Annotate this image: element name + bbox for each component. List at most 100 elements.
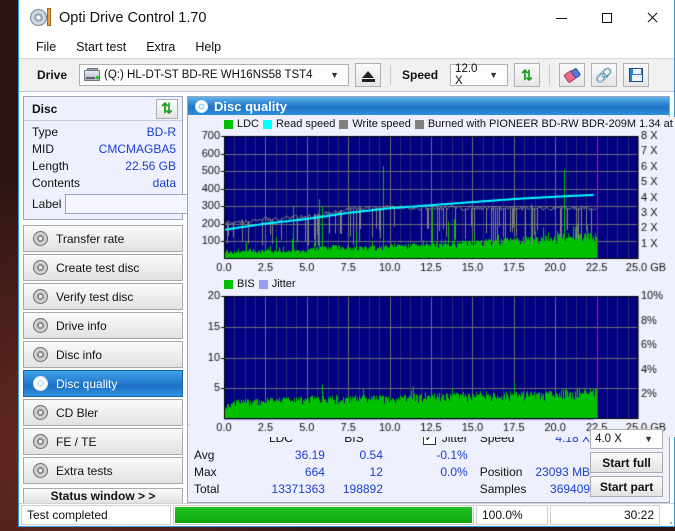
optical-drive-icon <box>84 68 101 82</box>
resize-grip-icon[interactable] <box>662 504 674 526</box>
sidebar-item-label: Verify test disc <box>56 289 134 304</box>
toolbar-divider <box>390 65 392 85</box>
disc-label-row: Label <box>32 194 269 214</box>
disc-panel-header: Disc ⇅ <box>24 97 182 121</box>
link-button[interactable]: 🔗 <box>591 63 618 87</box>
app-icon <box>29 7 51 29</box>
sidebar-item-disc-info[interactable]: Disc info <box>23 341 183 368</box>
stats-meta-values: 4.18 X 23093 MB 369409 <box>526 429 590 498</box>
stats-spacer <box>480 447 527 464</box>
chart-bis: BIS Jitter <box>190 277 675 438</box>
close-button[interactable] <box>629 0 674 36</box>
eject-icon <box>362 70 375 78</box>
card-title: Disc quality <box>214 98 287 114</box>
stats-row-label-avg: Avg <box>194 448 215 462</box>
chevron-down-icon: ▼ <box>489 70 499 80</box>
menu-start-test[interactable]: Start test <box>67 38 135 56</box>
minimize-button[interactable] <box>539 0 584 36</box>
eject-button[interactable] <box>355 63 382 87</box>
stats-bis-max: 12 <box>369 465 383 479</box>
stats-row-label-total: Total <box>194 482 220 496</box>
sidebar-item-disc-quality[interactable]: Disc quality <box>23 370 183 397</box>
elapsed-time: 30:22 <box>550 505 660 525</box>
sidebar-item-fe-te[interactable]: FE / TE <box>23 428 183 455</box>
disc-refresh-button[interactable]: ⇅ <box>156 98 178 119</box>
stats-meta-labels: Speed Position Samples <box>468 429 527 498</box>
disc-row-mid: MID CMCMAGBA5 <box>32 141 176 158</box>
sidebar-item-label: FE / TE <box>56 434 97 449</box>
sidebar-item-extra-tests[interactable]: Extra tests <box>23 457 183 484</box>
disc-key-contents: Contents <box>32 176 81 190</box>
speed-label: Speed <box>402 68 439 82</box>
sidebar-item-transfer-rate[interactable]: Transfer rate <box>23 225 183 252</box>
menu-file[interactable]: File <box>27 38 65 56</box>
disc-key-mid: MID <box>32 142 54 156</box>
disc-row-contents: Contents data <box>32 175 176 192</box>
card-header: Disc quality <box>188 97 669 116</box>
disc-icon <box>33 376 48 391</box>
stats-position-label: Position <box>479 465 523 479</box>
start-part-button[interactable]: Start part <box>590 476 663 497</box>
legend-label: Burned with PIONEER BD-RW BDR-209M 1.34 … <box>427 118 675 131</box>
sidebar-item-label: Create test disc <box>56 260 140 275</box>
chevron-down-icon: ▼ <box>330 70 340 80</box>
toolbar-divider-2 <box>549 65 551 85</box>
start-full-button[interactable]: Start full <box>590 452 663 473</box>
menu-help[interactable]: Help <box>186 38 230 56</box>
eraser-icon <box>562 66 582 84</box>
status-window-button[interactable]: Status window > > <box>23 488 183 504</box>
status-message: Test completed <box>21 505 171 525</box>
window-controls <box>539 0 674 36</box>
drive-select[interactable]: (Q:) HL-DT-ST BD-RE WH16NS58 TST4 ▼ <box>79 64 350 86</box>
test-speed-select[interactable]: 4.0 X ▼ <box>590 429 663 449</box>
legend-swatch <box>263 119 273 129</box>
sidebar-item-cd-bler[interactable]: CD Bler <box>23 399 183 426</box>
disc-quality-card: Disc quality LDC Read speed Write speed Bur… <box>187 96 675 503</box>
disc-icon <box>33 231 48 246</box>
main-body: Disc ⇅ Type BD-R MID CMCMAGBA5 Length 22… <box>19 92 675 504</box>
stats-jitter-max: 0.0% <box>440 465 468 479</box>
menu-bar: File Start test Extra Help <box>19 36 674 58</box>
legend-label: LDC <box>237 118 260 131</box>
disc-panel-title: Disc <box>32 101 58 116</box>
progress-bar <box>173 505 474 525</box>
progress-percent: 100.0% <box>476 505 548 525</box>
stats-jitter-total <box>393 481 468 498</box>
sidebar-item-create-test-disc[interactable]: Create test disc <box>23 254 183 281</box>
disc-value-type: BD-R <box>146 125 176 139</box>
disc-icon <box>33 260 48 275</box>
sidebar-nav: Transfer rate Create test disc Verify te… <box>23 225 183 484</box>
chevron-down-icon: ▼ <box>644 434 653 444</box>
drive-label: Drive <box>37 68 68 82</box>
charts-container: LDC Read speed Write speed Burned with PION… <box>188 115 675 438</box>
test-controls: 4.0 X ▼ Start full Start part <box>590 429 669 498</box>
title-bar: Opti Drive Control 1.70 <box>19 0 674 36</box>
refresh-icon: ⇅ <box>161 100 173 116</box>
stats-labels-column: Avg Max Total <box>194 429 237 498</box>
refresh-button[interactable]: ⇅ <box>514 63 541 87</box>
stats-ldc-max: 664 <box>304 465 325 479</box>
progress-fill <box>175 507 472 523</box>
application-window: Opti Drive Control 1.70 File Start test … <box>18 0 675 527</box>
close-icon <box>646 12 658 24</box>
speed-select[interactable]: 12.0 X ▼ <box>450 63 509 87</box>
disc-icon <box>33 434 48 449</box>
chart-bis-canvas <box>190 277 675 438</box>
status-bar: Test completed 100.0% 30:22 <box>19 503 674 526</box>
window-title: Opti Drive Control 1.70 <box>59 10 207 26</box>
erase-button[interactable] <box>559 63 586 87</box>
stats-samples-value: 369409 <box>550 482 591 496</box>
legend-swatch <box>224 279 233 289</box>
sidebar-item-label: Disc quality <box>56 376 118 391</box>
disc-icon <box>33 318 48 333</box>
sidebar-item-verify-test-disc[interactable]: Verify test disc <box>23 283 183 310</box>
sidebar-item-drive-info[interactable]: Drive info <box>23 312 183 339</box>
save-button[interactable] <box>623 63 650 87</box>
menu-extra[interactable]: Extra <box>137 38 184 56</box>
stats-bis-total: 198892 <box>342 482 383 496</box>
disc-icon <box>33 463 48 478</box>
disc-info-panel: Disc ⇅ Type BD-R MID CMCMAGBA5 Length 22… <box>23 96 269 220</box>
maximize-button[interactable] <box>584 0 629 36</box>
sidebar-item-label: Transfer rate <box>56 231 125 246</box>
legend-label: BIS <box>237 278 255 291</box>
